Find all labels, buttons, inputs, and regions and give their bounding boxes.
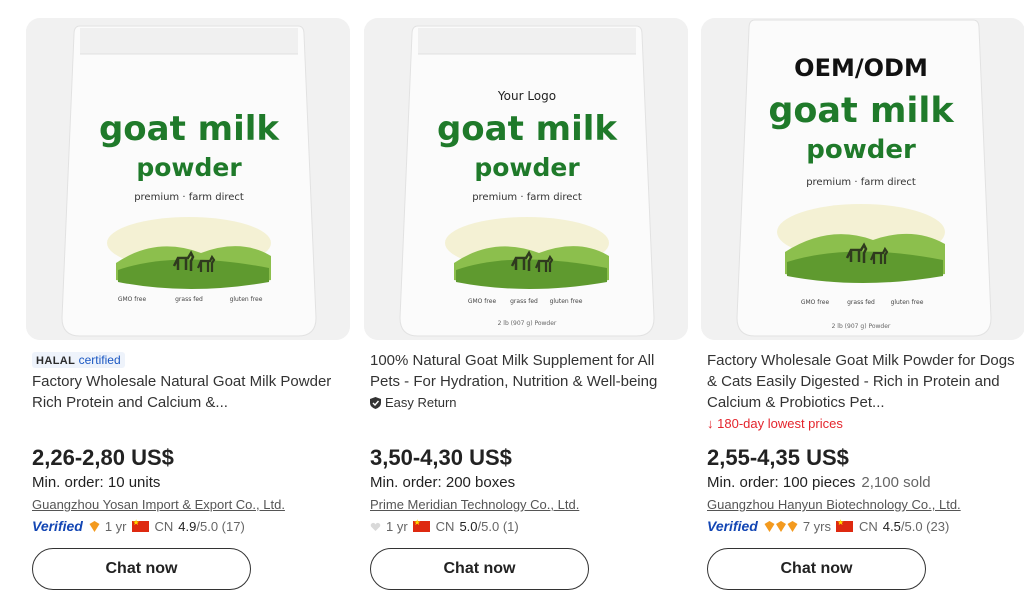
package-tagline: premium · farm direct — [134, 192, 244, 203]
product-title[interactable]: 100% Natural Goat Milk Supplement for Al… — [370, 350, 688, 392]
supplier-meta: Verified 1 yr CN 4.9 /5.0 (17) — [32, 517, 245, 535]
supplier-link[interactable]: Prime Meridian Technology Co., Ltd. — [370, 497, 579, 512]
years-label: 1 yr — [104, 518, 127, 534]
package-tagline: premium · farm direct — [806, 177, 916, 188]
country-code: CN — [435, 518, 455, 534]
country-code: CN — [859, 518, 878, 534]
product-image[interactable]: OEM/ODM goat milk powder premium · farm … — [701, 18, 1024, 340]
package-brand-line2: powder — [474, 153, 580, 182]
shield-check-icon — [370, 397, 381, 413]
min-order-text: Min. order: 100 pieces — [707, 474, 856, 491]
lowest-price-tag: ↓ 180-day lowest prices — [707, 416, 843, 432]
package-feature: grass fed — [847, 299, 875, 306]
package-top-text: OEM/ODM — [794, 54, 928, 82]
rating-rest: /5.0 (1) — [477, 518, 519, 534]
arrow-down-icon: ↓ — [707, 416, 714, 431]
lowest-price-label: 180-day lowest prices — [717, 416, 843, 431]
easy-return-label: Easy Return — [385, 395, 457, 410]
package-feature: gluten free — [891, 299, 924, 306]
package-brand-line1: goat milk — [768, 91, 954, 131]
verified-badge[interactable]: Verified — [32, 518, 83, 534]
supplier-meta: Verified 7 yrs CN 4.5 /5.0 (23) — [707, 517, 949, 535]
min-order: Min. order: 10 units — [32, 474, 160, 491]
supplier-link[interactable]: Guangzhou Hanyun Biotechnology Co., Ltd. — [707, 497, 961, 512]
easy-return-tag: Easy Return — [370, 395, 457, 413]
rating-value: 5.0 — [459, 518, 478, 534]
product-card[interactable]: OEM/ODM goat milk powder premium · farm … — [701, 0, 1024, 601]
package-weight: 2 lb (907 g) Powder — [498, 320, 557, 327]
verified-badge[interactable]: Verified — [707, 518, 758, 534]
product-price: 3,50-4,30 US$ — [370, 445, 512, 470]
min-order: Min. order: 100 pieces 2,100 sold — [707, 474, 931, 491]
product-price: 2,26-2,80 US$ — [32, 445, 174, 470]
chat-now-button[interactable]: Chat now — [707, 548, 926, 590]
package-tagline: premium · farm direct — [472, 192, 582, 203]
package-brand-line1: goat milk — [99, 109, 280, 149]
product-image[interactable]: goat milk powder premium · farm direct G… — [26, 18, 350, 340]
product-price: 2,55-4,35 US$ — [707, 445, 849, 470]
rating-rest: /5.0 (17) — [196, 518, 245, 534]
package-brand-line2: powder — [136, 153, 242, 182]
package-brand-line1: goat milk — [437, 109, 618, 149]
years-label: 7 yrs — [802, 518, 832, 534]
package-feature: GMO free — [468, 298, 497, 305]
package-feature: GMO free — [801, 299, 830, 306]
chat-now-button[interactable]: Chat now — [32, 548, 251, 590]
rating-rest: /5.0 (23) — [900, 518, 950, 534]
supplier-level-icon — [89, 520, 100, 532]
rating-value: 4.5 — [882, 518, 901, 534]
min-order-text: Min. order: 10 units — [32, 474, 161, 491]
min-order: Min. order: 200 boxes — [370, 474, 515, 491]
china-flag-icon — [836, 518, 854, 532]
product-title[interactable]: Factory Wholesale Natural Goat Milk Powd… — [32, 371, 350, 413]
package-feature: grass fed — [175, 296, 203, 303]
package-feature: grass fed — [510, 298, 538, 305]
package-weight: 2 lb (907 g) Powder — [832, 323, 891, 330]
package-top-text: Your Logo — [497, 89, 556, 103]
sold-count: 2,100 sold — [861, 474, 931, 491]
package-feature: gluten free — [230, 296, 263, 303]
package-brand-line2: powder — [806, 135, 916, 165]
china-flag-icon — [412, 518, 430, 532]
product-card[interactable]: goat milk powder premium · farm direct G… — [26, 0, 350, 601]
package-feature: GMO free — [118, 296, 147, 303]
rating-value: 4.9 — [178, 518, 197, 534]
supplier-level-icon — [370, 521, 381, 532]
supplier-level-icon — [764, 520, 798, 532]
country-code: CN — [154, 518, 174, 534]
supplier-meta: 1 yr CN 5.0 /5.0 (1) — [370, 517, 519, 535]
years-label: 1 yr — [386, 518, 408, 534]
min-order-text: Min. order: 200 boxes — [370, 474, 516, 491]
product-card[interactable]: Your Logo goat milk powder premium · far… — [364, 0, 688, 601]
badge-certified: certified — [78, 353, 121, 367]
chat-now-button[interactable]: Chat now — [370, 548, 589, 590]
package-feature: gluten free — [550, 298, 583, 305]
china-flag-icon — [131, 518, 149, 532]
product-image[interactable]: Your Logo goat milk powder premium · far… — [364, 18, 688, 340]
supplier-link[interactable]: Guangzhou Yosan Import & Export Co., Ltd… — [32, 497, 285, 512]
product-title[interactable]: Factory Wholesale Goat Milk Powder for D… — [707, 350, 1024, 413]
badge-label: HALAL — [36, 355, 76, 367]
halal-certified-badge: HALAL certified — [32, 352, 125, 368]
